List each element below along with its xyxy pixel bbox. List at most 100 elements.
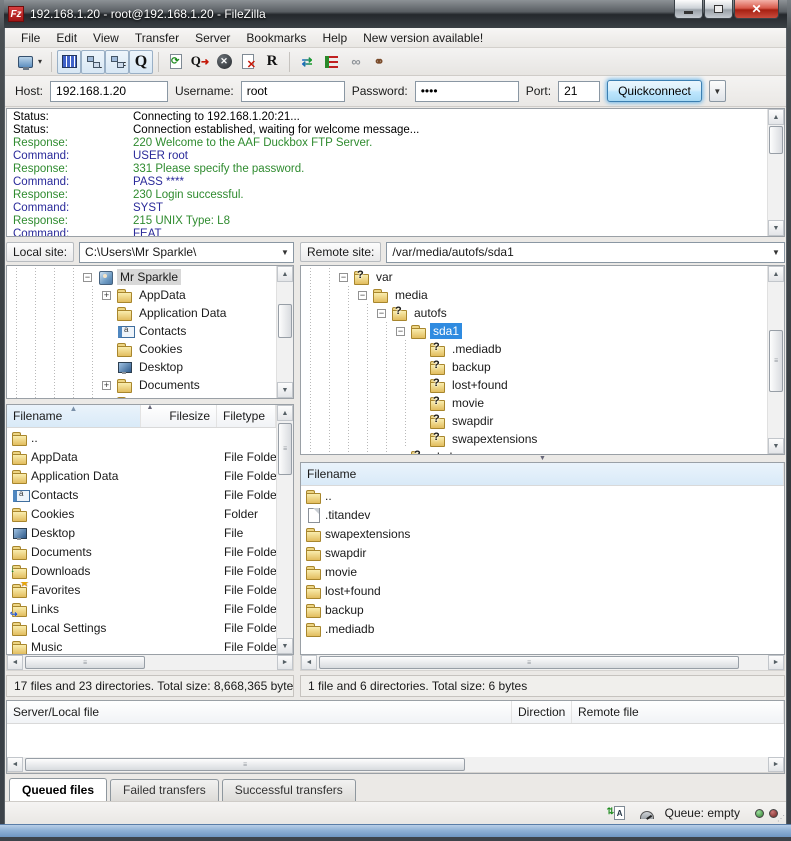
file-list-row[interactable]: ↓DownloadsFile Folder <box>7 561 276 580</box>
file-list-row[interactable]: DocumentsFile Folder <box>7 542 276 561</box>
title-bar[interactable]: Fz 192.168.1.20 - root@192.168.1.20 - Fi… <box>4 0 787 28</box>
minimize-button[interactable] <box>674 0 703 19</box>
scroll-down-icon[interactable]: ▼ <box>277 382 293 398</box>
scroll-up-icon[interactable]: ▲ <box>768 109 784 125</box>
file-list-row[interactable]: lost+found <box>301 581 784 600</box>
chevron-down-icon[interactable]: ▼ <box>768 248 784 257</box>
tree-item[interactable]: ?swapdir <box>301 412 767 430</box>
file-list-row[interactable]: backup <box>301 600 784 619</box>
directory-comparison-button[interactable]: ⇄ <box>295 50 319 74</box>
file-list-row[interactable]: .mediadb <box>301 619 784 638</box>
site-manager-button[interactable] <box>13 50 37 74</box>
scroll-up-icon[interactable]: ▲ <box>277 405 293 421</box>
queue-column-header-remote-file[interactable]: Remote file <box>572 701 784 723</box>
menu-item-view[interactable]: View <box>85 29 127 47</box>
tab-failed-transfers[interactable]: Failed transfers <box>110 779 219 801</box>
file-list-row[interactable]: ★FavoritesFile Folder <box>7 580 276 599</box>
scroll-right-icon[interactable]: ► <box>768 757 784 772</box>
tree-item[interactable]: +↓Downloads <box>7 394 276 398</box>
tree-item[interactable]: +AppData <box>7 286 276 304</box>
tree-item[interactable]: −?var <box>301 268 767 286</box>
scroll-left-icon[interactable]: ◄ <box>301 655 317 670</box>
disconnect-button[interactable]: ✕ <box>236 50 260 74</box>
tree-item[interactable]: +Documents <box>7 376 276 394</box>
quickconnect-dropdown[interactable]: ▼ <box>709 80 726 102</box>
tree-item[interactable]: ?movie <box>301 394 767 412</box>
password-input[interactable] <box>415 81 519 102</box>
file-list-row[interactable]: Application DataFile Folder <box>7 466 276 485</box>
file-list-row[interactable]: movie <box>301 562 784 581</box>
process-queue-button[interactable]: Q➜ <box>188 50 212 74</box>
file-list-row[interactable]: .. <box>7 428 276 447</box>
remote-tree-scrollbar[interactable]: ▲ ≡ ▼ <box>767 266 784 454</box>
host-input[interactable] <box>50 81 168 102</box>
menu-item-help[interactable]: Help <box>314 29 355 47</box>
tree-item[interactable]: ?lost+found <box>301 376 767 394</box>
menu-item-edit[interactable]: Edit <box>48 29 85 47</box>
queue-column-header-direction[interactable]: Direction <box>512 701 572 723</box>
scroll-down-icon[interactable]: ▼ <box>768 220 784 236</box>
column-header-filename[interactable]: Filename▲ <box>7 405 141 427</box>
refresh-button[interactable]: ⟳ <box>164 50 188 74</box>
queue-hscrollbar[interactable]: ◄ ≡ ► <box>7 757 784 773</box>
scroll-right-icon[interactable]: ► <box>768 655 784 670</box>
scroll-left-icon[interactable]: ◄ <box>7 655 23 670</box>
local-tree-scrollbar[interactable]: ▲ ▼ <box>276 266 293 398</box>
file-list-row[interactable]: ↪LinksFile Folder <box>7 599 276 618</box>
file-list-row[interactable]: swapdir <box>301 543 784 562</box>
column-header-filetype[interactable]: Filetype <box>217 405 276 427</box>
file-list-row[interactable]: Local SettingsFile Folder <box>7 618 276 637</box>
scroll-up-icon[interactable]: ▲ <box>277 266 293 282</box>
toggle-local-treeview-button[interactable]: L <box>81 50 105 74</box>
collapse-pane-up-icon[interactable]: ▲ <box>147 405 154 411</box>
file-list-row[interactable]: .titandev <box>301 505 784 524</box>
tree-item[interactable]: ?backup <box>301 358 767 376</box>
queue-column-header-server-local-file[interactable]: Server/Local file <box>7 701 512 723</box>
tree-item[interactable]: −?autofs <box>301 304 767 322</box>
file-list-row[interactable]: MusicFile Folder <box>7 637 276 654</box>
port-input[interactable] <box>558 81 600 102</box>
local-site-combo[interactable]: C:\Users\Mr Sparkle\ ▼ <box>79 242 294 263</box>
file-list-row[interactable]: swapextensions <box>301 524 784 543</box>
collapse-box-icon[interactable]: − <box>83 273 92 282</box>
scroll-down-icon[interactable]: ▼ <box>768 438 784 454</box>
quickconnect-button[interactable]: Quickconnect <box>607 80 702 102</box>
file-list-row[interactable]: AppDataFile Folder <box>7 447 276 466</box>
tab-successful-transfers[interactable]: Successful transfers <box>222 779 356 801</box>
tree-item[interactable]: −sda1 <box>301 322 767 340</box>
chevron-down-icon[interactable]: ▼ <box>277 248 293 257</box>
tree-item[interactable]: Contacts <box>7 322 276 340</box>
scroll-up-icon[interactable]: ▲ <box>768 266 784 282</box>
toggle-remote-treeview-button[interactable]: F <box>105 50 129 74</box>
tab-queued-files[interactable]: Queued files <box>9 778 107 801</box>
remote-list-hscrollbar[interactable]: ◄ ≡ ► <box>300 655 785 671</box>
toggle-message-log-button[interactable] <box>57 50 81 74</box>
local-list-scrollbar[interactable]: ▲ ≡ ▼ <box>276 405 293 654</box>
tree-item[interactable]: −Mr Sparkle <box>7 268 276 286</box>
resize-grip[interactable]: ⋰ <box>777 814 785 823</box>
file-list-row[interactable]: CookiesFolder <box>7 504 276 523</box>
tree-item[interactable]: Desktop <box>7 358 276 376</box>
file-list-row[interactable]: .. <box>301 486 784 505</box>
reconnect-button[interactable]: R <box>260 50 284 74</box>
find-files-button[interactable]: ⚭ <box>367 50 391 74</box>
close-button[interactable]: ✕ <box>734 0 779 19</box>
local-list-hscrollbar[interactable]: ◄ ≡ ► <box>6 655 294 671</box>
menu-item-server[interactable]: Server <box>187 29 238 47</box>
tree-item[interactable]: −media <box>301 286 767 304</box>
scroll-right-icon[interactable]: ► <box>277 655 293 670</box>
tree-item[interactable]: ?.mediadb <box>301 340 767 358</box>
tree-item[interactable]: ?swapextensions <box>301 430 767 448</box>
cancel-button[interactable]: ✕ <box>212 50 236 74</box>
speed-limits-button[interactable] <box>638 805 656 821</box>
file-list-row[interactable]: DesktopFile <box>7 523 276 542</box>
collapse-pane-down-icon[interactable]: ▼ <box>300 455 785 462</box>
toggle-queue-button[interactable]: Q <box>129 50 153 74</box>
tree-item[interactable]: ?dvd <box>301 448 767 454</box>
scroll-left-icon[interactable]: ◄ <box>7 757 23 772</box>
collapse-box-icon[interactable]: − <box>396 327 405 336</box>
remote-site-combo[interactable]: /var/media/autofs/sda1 ▼ <box>386 242 785 263</box>
collapse-box-icon[interactable]: − <box>358 291 367 300</box>
collapse-box-icon[interactable]: − <box>339 273 348 282</box>
synchronized-browsing-button[interactable] <box>319 50 343 74</box>
